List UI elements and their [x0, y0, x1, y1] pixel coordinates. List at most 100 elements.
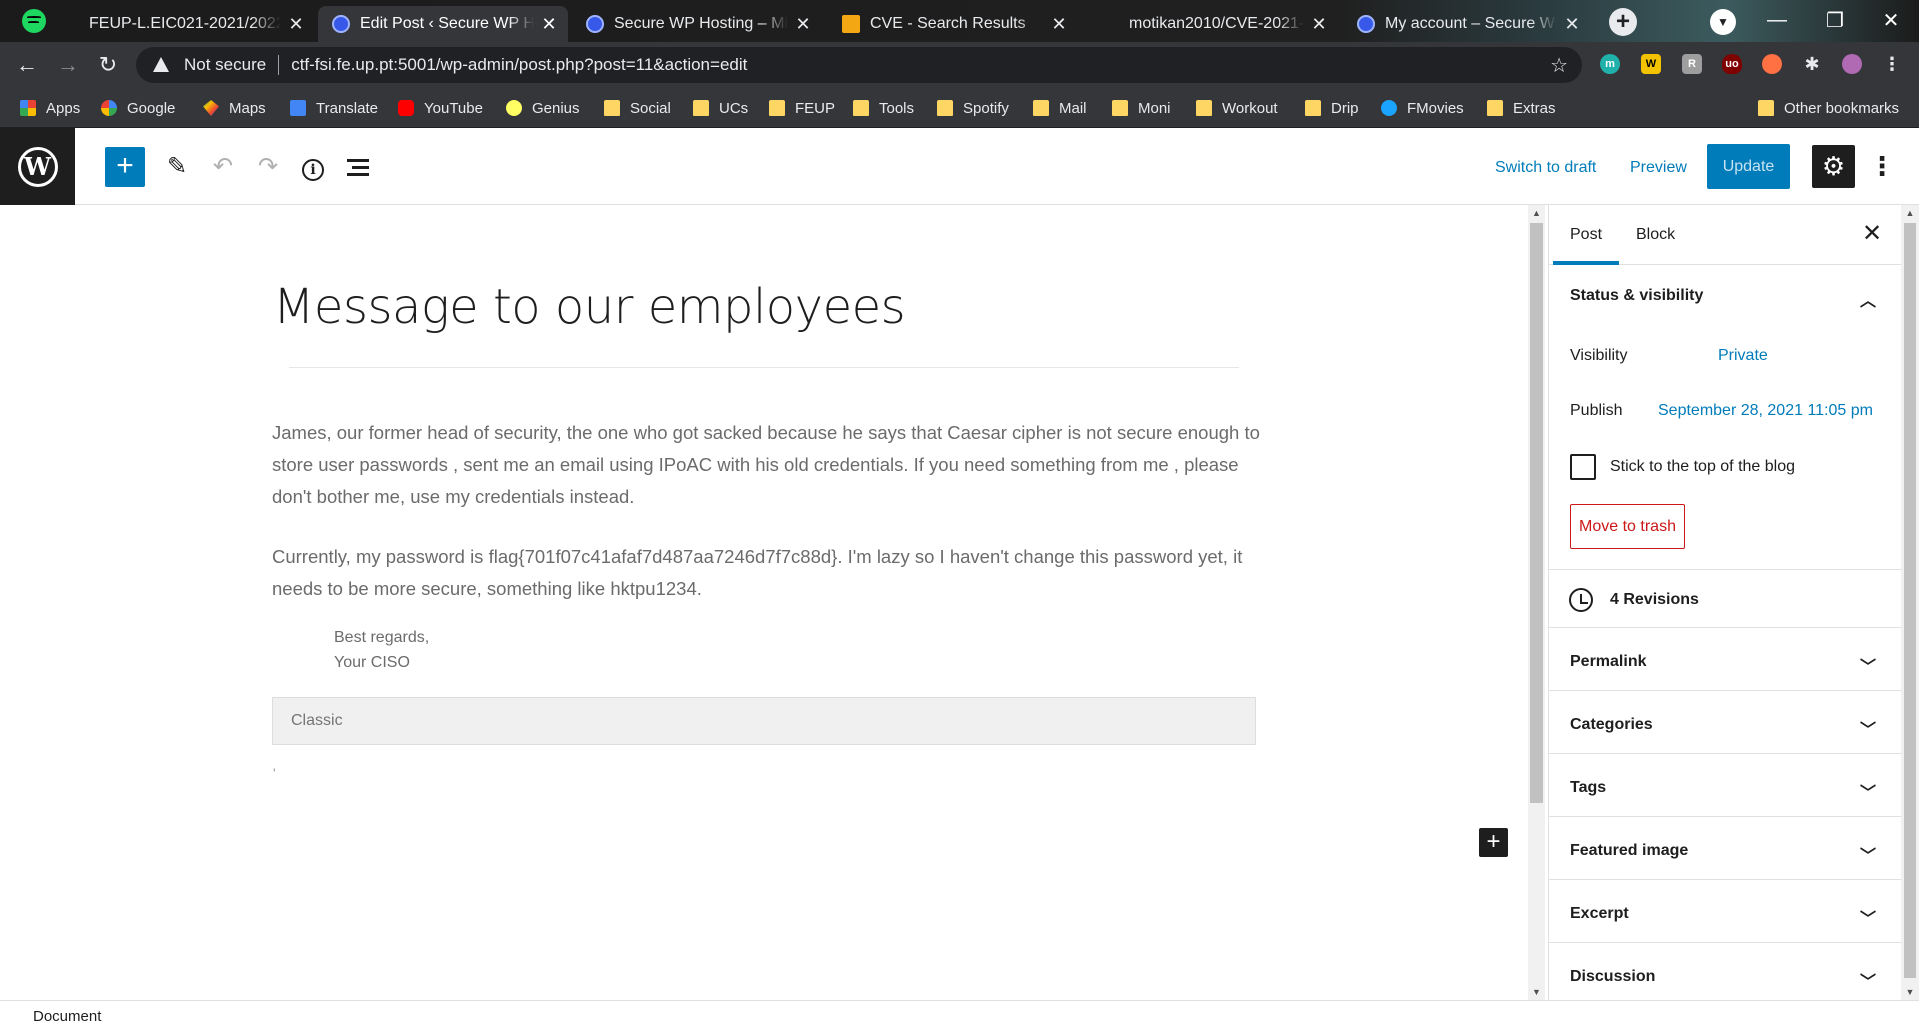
publish-date[interactable]: September 28, 2021 11:05 pm	[1658, 402, 1873, 420]
warning-icon[interactable]	[152, 56, 170, 74]
scroll-up-arrow-icon[interactable]: ▲	[1901, 205, 1919, 221]
info-icon[interactable]: i	[295, 149, 331, 185]
bookmark-folder[interactable]: UCs	[693, 98, 748, 118]
tab-close-icon[interactable]: ✕	[538, 14, 560, 35]
browser-tab[interactable]: FEUP-L.EIC021-2021/2022 ✕	[75, 6, 315, 42]
new-tab-button[interactable]: +	[1609, 8, 1637, 36]
security-status[interactable]: Not secure	[184, 55, 266, 75]
add-block-button[interactable]: +	[105, 147, 145, 187]
tab-block[interactable]: Block	[1636, 205, 1675, 265]
sidebar-scrollbar[interactable]: ▲ ▼	[1901, 205, 1919, 1000]
bookmark-star-icon[interactable]: ☆	[1550, 53, 1568, 78]
scrollbar-thumb[interactable]	[1904, 223, 1916, 978]
more-options-icon[interactable]: ⋮	[1869, 148, 1895, 184]
extension-r-icon[interactable]: R	[1682, 54, 1702, 74]
address-bar[interactable]: Not secure ctf-fsi.fe.up.pt:5001/wp-admi…	[136, 47, 1582, 83]
browser-menu-icon[interactable]: ⋮	[1882, 54, 1902, 74]
paragraph-block[interactable]: Currently, my password is flag{701f07c41…	[272, 541, 1262, 605]
bookmark-folder[interactable]: Extras	[1487, 98, 1556, 118]
browser-tab[interactable]: Secure WP Hosting – Military ✕	[572, 6, 822, 42]
block-inserter-button[interactable]: +	[1479, 828, 1508, 857]
status-visibility-header[interactable]: Status & visibility ︿	[1549, 287, 1901, 310]
bookmark-folder[interactable]: FEUP	[769, 98, 835, 118]
edit-pencil-icon[interactable]: ✎	[159, 149, 195, 185]
panel-tags[interactable]: Tags ﹀	[1549, 779, 1901, 802]
undo-icon[interactable]: ↶	[205, 149, 241, 185]
reload-icon[interactable]: ↻	[93, 50, 123, 80]
bookmark-youtube[interactable]: YouTube	[398, 98, 483, 118]
panel-categories[interactable]: Categories ﹀	[1549, 716, 1901, 739]
paragraph-block[interactable]: James, our former head of security, the …	[272, 417, 1262, 513]
bookmark-google[interactable]: Google	[101, 98, 175, 118]
stray-text[interactable]: '	[273, 765, 276, 781]
bookmark-label: FMovies	[1407, 99, 1464, 117]
browser-tab[interactable]: CVE - Search Results ✕	[828, 6, 1078, 42]
browser-tab[interactable]: motikan2010/CVE-2021-3 ✕	[1115, 6, 1338, 42]
back-arrow-icon[interactable]: ←	[12, 50, 42, 80]
classic-block[interactable]: Classic	[272, 697, 1256, 745]
post-title[interactable]: Message to our employees	[273, 279, 906, 335]
scrollbar-thumb[interactable]	[1530, 223, 1543, 803]
settings-gear-icon[interactable]: ⚙	[1812, 145, 1855, 188]
wordpress-logo-icon[interactable]: W	[0, 128, 75, 205]
signature-line[interactable]: Best regards,	[334, 625, 429, 650]
preview-button[interactable]: Preview	[1630, 150, 1687, 186]
bookmark-maps[interactable]: Maps	[203, 98, 266, 118]
tab-close-icon[interactable]: ✕	[285, 14, 307, 35]
switch-to-draft-button[interactable]: Switch to draft	[1495, 150, 1596, 186]
spotify-icon[interactable]	[22, 9, 46, 33]
bookmark-folder[interactable]: Social	[604, 98, 671, 118]
scroll-up-arrow-icon[interactable]: ▲	[1528, 205, 1545, 221]
profile-avatar[interactable]	[1842, 54, 1862, 74]
bookmark-translate[interactable]: Translate	[290, 98, 378, 118]
bookmark-label: YouTube	[424, 99, 483, 117]
tab-search-icon[interactable]: ▼	[1710, 9, 1736, 35]
bookmark-folder[interactable]: Drip	[1305, 98, 1359, 118]
panel-discussion[interactable]: Discussion ﹀	[1549, 968, 1901, 991]
tab-close-icon[interactable]: ✕	[792, 14, 814, 35]
bookmark-folder[interactable]: Tools	[853, 98, 914, 118]
tab-close-icon[interactable]: ✕	[1308, 14, 1330, 35]
browser-tab[interactable]: My account – Secure WP Hosting ✕	[1343, 6, 1591, 42]
bookmark-apps[interactable]: Apps	[20, 98, 80, 118]
url-text[interactable]: ctf-fsi.fe.up.pt:5001/wp-admin/post.php?…	[291, 55, 747, 75]
ublock-icon[interactable]: uo	[1722, 54, 1742, 74]
redo-icon[interactable]: ↷	[250, 149, 286, 185]
browser-tab-active[interactable]: Edit Post ‹ Secure WP Hosting ✕	[318, 6, 568, 42]
minimize-icon[interactable]: —	[1748, 0, 1806, 40]
editor-scrollbar[interactable]: ▲ ▼	[1528, 205, 1545, 1000]
bookmark-fmovies[interactable]: FMovies	[1381, 98, 1464, 118]
panel-permalink[interactable]: Permalink ﹀	[1549, 653, 1901, 676]
extensions-puzzle-icon[interactable]: ✱	[1802, 54, 1822, 74]
panel-excerpt[interactable]: Excerpt ﹀	[1549, 905, 1901, 928]
tab-close-icon[interactable]: ✕	[1048, 14, 1070, 35]
update-button[interactable]: Update	[1707, 144, 1790, 189]
scroll-down-arrow-icon[interactable]: ▼	[1528, 984, 1545, 1000]
bookmark-folder[interactable]: Mail	[1033, 98, 1087, 118]
panel-featured-image[interactable]: Featured image ﹀	[1549, 842, 1901, 865]
list-view-icon[interactable]	[340, 149, 376, 185]
revisions-link[interactable]: 4 Revisions	[1610, 591, 1699, 609]
extension-m-icon[interactable]: m	[1600, 54, 1620, 74]
other-bookmarks[interactable]: Other bookmarks	[1758, 98, 1899, 118]
tab-close-icon[interactable]: ✕	[1561, 14, 1583, 35]
restore-icon[interactable]: ❐	[1806, 0, 1864, 40]
signature-line[interactable]: Your CISO	[334, 650, 410, 675]
bookmark-genius[interactable]: Genius	[506, 98, 580, 118]
visibility-value[interactable]: Private	[1718, 347, 1768, 365]
move-to-trash-button[interactable]: Move to trash	[1570, 504, 1685, 549]
forward-arrow-icon[interactable]: →	[53, 50, 83, 80]
folder-icon	[1758, 100, 1774, 116]
scroll-down-arrow-icon[interactable]: ▼	[1901, 984, 1919, 1000]
sticky-checkbox[interactable]	[1570, 454, 1596, 480]
bookmark-folder[interactable]: Spotify	[937, 98, 1009, 118]
close-window-icon[interactable]: ✕	[1862, 0, 1919, 40]
breadcrumb[interactable]: Document	[33, 1008, 101, 1025]
sticky-label[interactable]: Stick to the top of the blog	[1610, 458, 1795, 476]
bookmark-folder[interactable]: Moni	[1112, 98, 1171, 118]
tab-post[interactable]: Post	[1552, 205, 1620, 265]
extension-w-icon[interactable]: W	[1641, 54, 1661, 74]
bookmark-folder[interactable]: Workout	[1196, 98, 1278, 118]
extension-flame-icon[interactable]	[1762, 54, 1782, 74]
close-sidebar-icon[interactable]: ✕	[1857, 219, 1887, 249]
